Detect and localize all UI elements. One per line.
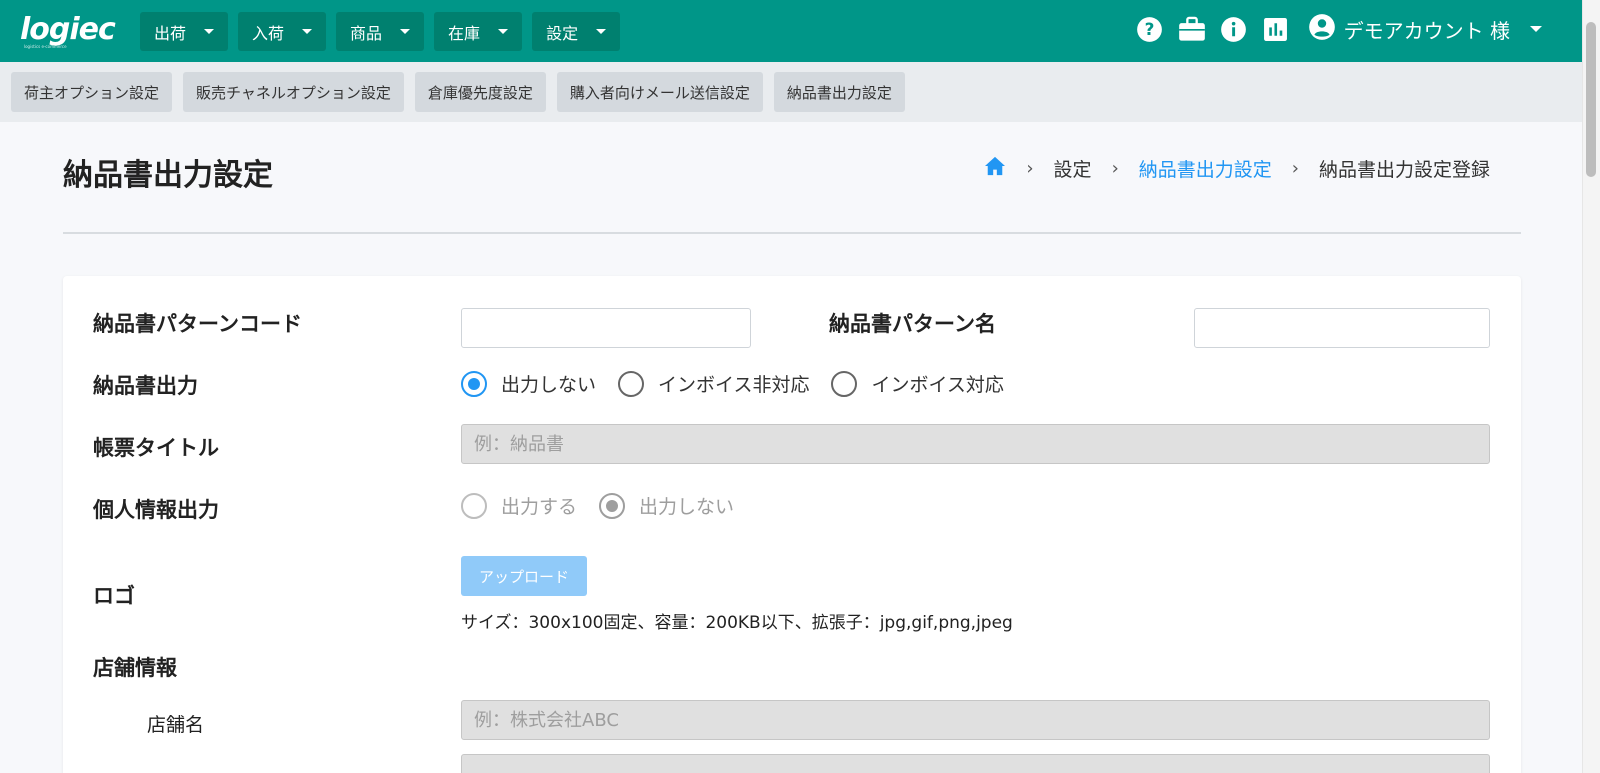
subnav-label: 購入者向けメール送信設定: [569, 83, 750, 102]
radio-label: 出力しない: [501, 374, 597, 396]
upload-button[interactable]: アップロード: [461, 556, 587, 596]
top-right-tools: ? デモアカウント 様: [1136, 12, 1542, 46]
breadcrumb-settings: 設定: [1053, 159, 1092, 181]
subnav-warehouse-priority[interactable]: 倉庫優先度設定: [414, 72, 546, 112]
logo-hint: サイズ：300x100固定、容量：200KB以下、拡張子：jpg,gif,png…: [461, 613, 1013, 633]
account-menu[interactable]: デモアカウント 様: [1308, 13, 1542, 46]
subnav-delivery-note-output[interactable]: 納品書出力設定: [773, 72, 905, 112]
logo-text: logiec: [20, 12, 116, 47]
chevron-right-icon: ›: [1111, 158, 1119, 179]
caret-down-icon: [204, 29, 215, 34]
help-icon[interactable]: ?: [1136, 15, 1164, 43]
breadcrumb: › 設定 › 納品書出力設定 › 納品書出力設定登録: [984, 155, 1490, 182]
radio-unchecked-icon: [831, 370, 858, 397]
scrollbar-thumb[interactable]: [1586, 22, 1596, 177]
radio-unchecked-icon: [618, 370, 645, 397]
account-circle-icon: [1308, 13, 1336, 46]
top-navbar: logiec logistics e-commerce 出荷 入荷 商品 在庫 …: [0, 0, 1582, 62]
menu-label: 入荷: [252, 23, 285, 43]
radio-checked-icon: [461, 370, 487, 397]
home-icon[interactable]: [984, 156, 1006, 181]
subnav-shipper-options[interactable]: 荷主オプション設定: [11, 72, 173, 112]
svg-text:?: ?: [1145, 19, 1155, 39]
radio-checked-icon: [599, 492, 626, 519]
form-card: 納品書パターンコード 納品書パターン名 納品書出力 出力しない インボイス非対応…: [63, 276, 1521, 773]
menu-label: 出荷: [154, 23, 187, 43]
radio-no-output-personal[interactable]: 出力しない: [599, 492, 734, 519]
subnav-sales-channel-options[interactable]: 販売チャネルオプション設定: [183, 72, 404, 112]
output-radio-group: 出力しない インボイス非対応 インボイス対応: [461, 370, 1026, 397]
menu-label: 設定: [546, 23, 579, 43]
caret-down-icon: [400, 29, 411, 34]
breadcrumb-current: 納品書出力設定登録: [1318, 159, 1490, 181]
radio-invoice-unsupported[interactable]: インボイス非対応: [618, 370, 809, 397]
caret-down-icon: [498, 29, 509, 34]
menu-products[interactable]: 商品: [336, 12, 425, 51]
report-title-label: 帳票タイトル: [93, 436, 219, 460]
pattern-code-input[interactable]: [461, 308, 751, 348]
output-label: 納品書出力: [93, 374, 198, 398]
radio-unchecked-icon: [461, 492, 487, 519]
radio-label: 出力しない: [639, 496, 735, 518]
radio-no-output[interactable]: 出力しない: [461, 370, 596, 397]
personal-info-label: 個人情報出力: [93, 498, 219, 522]
subnav-label: 販売チャネルオプション設定: [196, 83, 391, 102]
briefcase-icon[interactable]: [1178, 15, 1206, 43]
caret-down-icon: [596, 29, 607, 34]
account-label: デモアカウント 様: [1343, 18, 1510, 43]
pattern-code-label: 納品書パターンコード: [93, 312, 302, 336]
radio-invoice-supported[interactable]: インボイス対応: [831, 370, 1004, 397]
header-divider: [63, 232, 1521, 234]
page-scrollbar[interactable]: [1582, 0, 1600, 773]
menu-shipping[interactable]: 出荷: [140, 12, 229, 51]
subnav-buyer-email[interactable]: 購入者向けメール送信設定: [556, 72, 763, 112]
settings-subnav: 荷主オプション設定 販売チャネルオプション設定 倉庫優先度設定 購入者向けメール…: [0, 62, 1582, 122]
subnav-label: 荷主オプション設定: [24, 83, 160, 102]
info-icon[interactable]: [1220, 15, 1248, 43]
radio-output[interactable]: 出力する: [461, 492, 577, 519]
pattern-name-label: 納品書パターン名: [829, 312, 996, 336]
bar-chart-icon[interactable]: [1262, 15, 1290, 43]
store-name-input[interactable]: [461, 700, 1490, 740]
menu-settings[interactable]: 設定: [532, 12, 621, 51]
chevron-right-icon: ›: [1026, 158, 1034, 179]
subnav-label: 納品書出力設定: [786, 83, 892, 102]
personal-info-radio-group: 出力する 出力しない: [461, 492, 756, 519]
radio-label: 出力する: [501, 496, 578, 518]
menu-receiving[interactable]: 入荷: [238, 12, 327, 51]
chevron-right-icon: ›: [1291, 158, 1299, 179]
pattern-name-input[interactable]: [1194, 308, 1490, 348]
report-title-input[interactable]: [461, 424, 1490, 464]
store-name-label: 店舗名: [147, 714, 205, 736]
breadcrumb-delivery-note-settings[interactable]: 納品書出力設定: [1139, 155, 1272, 182]
radio-label: インボイス非対応: [658, 374, 810, 396]
radio-label: インボイス対応: [871, 374, 1004, 396]
logo-tagline: logistics e-commerce: [24, 44, 67, 49]
store-info-label: 店舗情報: [93, 656, 177, 680]
logo[interactable]: logiec logistics e-commerce: [20, 12, 120, 49]
menu-label: 商品: [350, 23, 383, 43]
caret-down-icon: [1530, 26, 1542, 32]
store-next-input[interactable]: [461, 754, 1490, 773]
menu-inventory[interactable]: 在庫: [434, 12, 523, 51]
main-menu: 出荷 入荷 商品 在庫 設定: [140, 12, 621, 51]
menu-label: 在庫: [448, 23, 481, 43]
caret-down-icon: [302, 29, 313, 34]
logo-label: ロゴ: [93, 584, 135, 608]
subnav-label: 倉庫優先度設定: [427, 83, 533, 102]
page-title: 納品書出力設定: [63, 158, 273, 193]
